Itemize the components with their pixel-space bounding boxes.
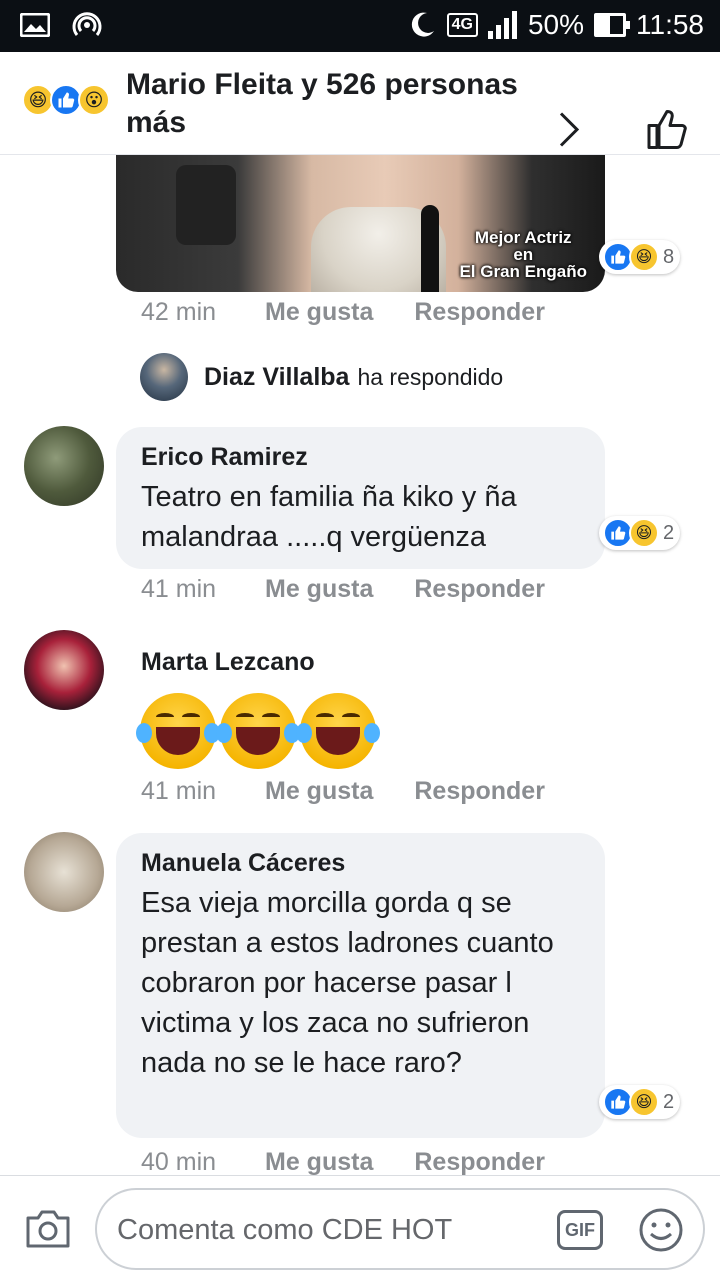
comment-actions: 40 min Me gusta Responder (141, 1148, 586, 1175)
signal-icon (487, 11, 518, 39)
comment-time[interactable]: 41 min (141, 575, 265, 604)
like-button[interactable]: Me gusta (265, 777, 373, 806)
photo-oscar-statue (176, 165, 236, 245)
comment-author[interactable]: Manuela Cáceres (141, 847, 580, 879)
comment-time[interactable]: 41 min (141, 777, 265, 806)
comment-input-container[interactable]: GIF (95, 1188, 705, 1270)
reaction-count: 2 (663, 521, 675, 544)
photo-microphone (421, 205, 439, 292)
wow-reaction-icon: 😮 (78, 84, 110, 116)
like-thumb-icon[interactable] (645, 108, 689, 157)
reaction-count: 8 (663, 245, 675, 268)
comment-text: Teatro en familia ña kiko y ña malandraa… (141, 481, 517, 553)
avatar[interactable] (24, 630, 104, 710)
comment-bubble[interactable]: Manuela Cáceres Esa vieja morcilla gorda… (116, 833, 605, 1138)
comment-actions: 41 min Me gusta Responder (141, 777, 586, 806)
comment-time[interactable]: 42 min (141, 298, 265, 327)
tears-of-joy-emoji-icon (136, 693, 220, 769)
reply-author: Diaz Villalba (204, 362, 350, 391)
reaction-summary[interactable]: 😆 😮 (22, 84, 110, 116)
network-badge: 4G (446, 13, 478, 37)
like-button[interactable]: Me gusta (265, 575, 373, 604)
reply-text: ha respondido (357, 363, 504, 390)
avatar[interactable] (24, 426, 104, 506)
photo-caption: Mejor Actriz en El Gran Engaño (459, 229, 587, 280)
reply-button[interactable]: Responder (414, 298, 545, 327)
chevron-right-icon[interactable] (555, 110, 583, 155)
moon-icon (407, 10, 437, 40)
comments-list: Mejor Actriz en El Gran Engaño 😆 8 42 mi… (0, 155, 720, 1175)
haha-reaction-icon: 😆 (629, 1087, 659, 1117)
comment-actions: 41 min Me gusta Responder (141, 575, 586, 604)
comment-time[interactable]: 40 min (141, 1148, 265, 1175)
like-button[interactable]: Me gusta (265, 1148, 373, 1175)
avatar (140, 353, 188, 401)
gif-button[interactable]: GIF (557, 1210, 603, 1250)
comment-actions: 42 min Me gusta Responder (141, 298, 586, 327)
reactions-title[interactable]: Mario Fleita y 526 personas más (126, 66, 546, 142)
comment-input[interactable] (117, 1210, 547, 1250)
tears-of-joy-emoji-icon (216, 693, 300, 769)
haha-reaction-icon: 😆 (629, 242, 659, 272)
clock: 11:58 (636, 9, 704, 40)
comment-composer: GIF (0, 1175, 720, 1280)
status-bar: 4G 50% 11:58 (0, 0, 720, 52)
reaction-count: 2 (663, 1090, 675, 1113)
camera-icon[interactable] (24, 1208, 72, 1255)
reactions-header: 😆 😮 Mario Fleita y 526 personas más (0, 52, 720, 155)
tears-of-joy-emoji-icon (296, 693, 380, 769)
caption-line: en (513, 245, 534, 264)
emoji-smile-icon[interactable] (637, 1206, 685, 1259)
comment-text: Esa vieja morcilla gorda q se prestan a … (141, 887, 554, 1079)
comment-bubble[interactable]: Erico Ramirez Teatro en familia ña kiko … (116, 427, 605, 569)
reply-notice[interactable]: Diaz Villalba ha respondido (140, 353, 503, 401)
comment-emojis (136, 693, 380, 769)
reaction-pill[interactable]: 😆 2 (599, 516, 681, 550)
caption-line: Mejor Actriz (474, 228, 572, 247)
caption-line: El Gran Engaño (459, 262, 587, 281)
reply-button[interactable]: Responder (414, 575, 545, 604)
gallery-icon (20, 13, 50, 37)
comment-author[interactable]: Erico Ramirez (141, 441, 580, 473)
comment-photo[interactable]: Mejor Actriz en El Gran Engaño (116, 155, 605, 292)
reaction-pill[interactable]: 😆 8 (599, 240, 681, 274)
avatar[interactable] (24, 832, 104, 912)
reply-button[interactable]: Responder (414, 1148, 545, 1175)
battery-icon (594, 13, 630, 37)
hotspot-icon (72, 10, 102, 40)
reaction-pill[interactable]: 😆 2 (599, 1085, 681, 1119)
reply-button[interactable]: Responder (414, 777, 545, 806)
comment-author[interactable]: Marta Lezcano (141, 648, 315, 677)
like-button[interactable]: Me gusta (265, 298, 373, 327)
haha-reaction-icon: 😆 (629, 518, 659, 548)
battery-percent: 50% (527, 9, 584, 40)
